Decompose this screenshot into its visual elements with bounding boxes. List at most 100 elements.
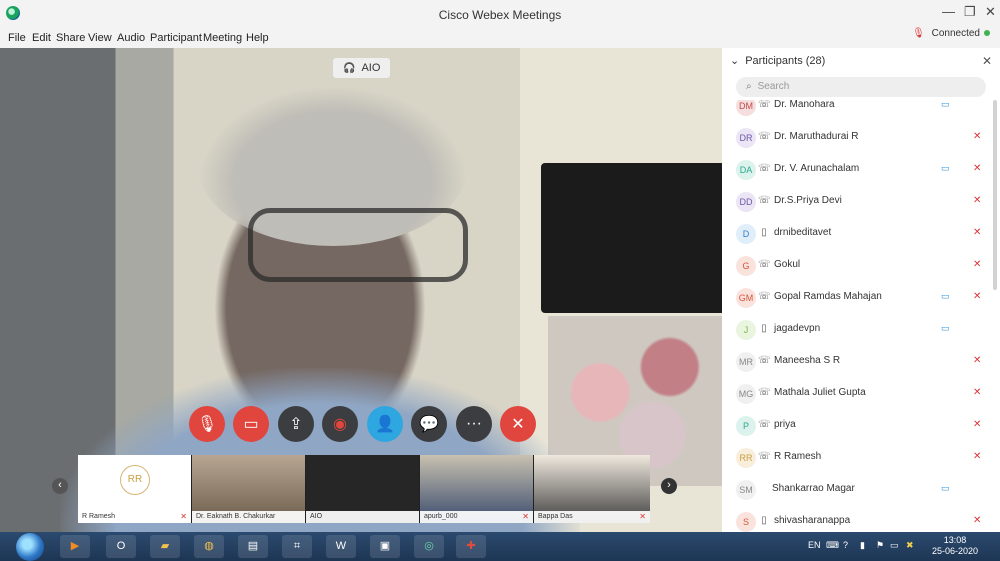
mic-muted-icon[interactable]: ✕ [973,259,981,270]
taskbar-app[interactable]: ▣ [370,535,400,558]
more-icon: ··· [466,415,482,432]
participant-row[interactable]: S ▯ shivasharanappa ✕ [722,508,992,532]
mic-muted-icon[interactable]: ✕ [973,451,981,462]
mic-muted-icon[interactable]: ✕ [973,195,981,206]
thumbnail-aio[interactable]: AIO [306,455,419,523]
participant-name: R Ramesh [774,451,822,462]
speaker-glasses [248,208,468,282]
voip-icon: ☏ [758,131,771,142]
record-icon: ◉ [333,416,347,433]
word-icon: W [335,540,347,552]
help-icon[interactable]: ? [843,540,848,550]
start-button[interactable] [16,533,44,561]
mic-muted-icon[interactable]: ✕ [973,515,981,526]
mic-muted-icon[interactable]: ✕ [973,131,981,142]
participant-row[interactable]: G ☏ Gokul ✕ [722,252,992,280]
close-panel-icon[interactable]: ✕ [982,54,992,68]
participant-name: Dr. V. Arunachalam [774,163,860,174]
participant-row[interactable]: MR ☏ Maneesha S R ✕ [722,348,992,376]
thumbnail-chakurkar[interactable]: Dr. Eaknath B. Chakurkar [192,455,305,523]
thumb-prev-button[interactable]: ‹ [52,478,68,494]
clock-time: 13:08 [943,535,967,545]
thumb-next-button[interactable]: › [661,478,677,494]
title-bar: Cisco Webex Meetings — ❐ ✕ [0,0,1000,28]
mic-muted-icon[interactable]: ✕ [973,163,981,174]
voip-icon: ☏ [758,419,771,430]
taskbar-shield[interactable]: ✚ [456,535,486,558]
participant-row[interactable]: RR ☏ R Ramesh ✕ [722,444,992,472]
menu-audio[interactable]: Audio [117,32,145,44]
taskbar-webex[interactable]: ◎ [414,535,444,558]
menu-file[interactable]: File [8,32,26,44]
language-indicator[interactable]: EN [808,540,821,550]
chat-button[interactable]: 💬 [411,406,447,442]
mic-muted-icon[interactable]: ✕ [973,387,981,398]
taskbar-outlook[interactable]: O [106,535,136,558]
video-icon: ▭ [941,483,950,493]
menu-help[interactable]: Help [246,32,269,44]
phone-icon: ▯ [761,227,767,238]
menu-participant[interactable]: Participant [150,32,202,44]
mic-muted-icon: ✕ [639,512,646,521]
participant-row[interactable]: DA ☏ Dr. V. Arunachalam ▭ ✕ [722,156,992,184]
mic-muted-icon[interactable]: ✕ [973,355,981,366]
network-tray-icon[interactable]: ▮ [860,540,865,551]
participants-header[interactable]: ⌄ Participants (28) [730,54,825,67]
participant-row[interactable]: MG ☏ Mathala Juliet Gupta ✕ [722,380,992,408]
display-icon[interactable]: ▭ [890,540,899,551]
tools-icon[interactable]: ✖ [906,540,914,551]
taskbar-terminal[interactable]: ▤ [238,535,268,558]
participant-row[interactable]: DR ☏ Dr. Maruthadurai R ✕ [722,124,992,152]
restore-icon[interactable]: ❐ [964,4,976,20]
taskbar-network[interactable]: ⌗ [282,535,312,558]
participant-row[interactable]: J ▯ jagadevpn ▭ [722,316,992,344]
taskbar-explorer[interactable]: ▰ [150,535,180,558]
mic-muted-icon[interactable]: ✕ [973,227,981,238]
close-icon[interactable]: ✕ [985,4,996,20]
participant-row[interactable]: P ☏ priya ✕ [722,412,992,440]
participant-row[interactable]: SM Shankarrao Magar ▭ [722,476,992,504]
thumbnail-bappa-das[interactable]: Bappa Das ✕ [534,455,650,523]
record-button[interactable]: ◉ [322,406,358,442]
taskbar-word[interactable]: W [326,535,356,558]
participant-row[interactable]: DM ☏ Dr. Manohara ▭ [722,100,992,120]
leave-button[interactable]: ✕ [500,406,536,442]
mute-button[interactable]: 🎙 [189,406,225,442]
more-button[interactable]: ··· [456,406,492,442]
flag-icon[interactable]: ⚑ [876,540,884,551]
taskbar-chrome[interactable]: ◍ [194,535,224,558]
taskbar-media-player[interactable]: ▶ [60,535,90,558]
participant-row[interactable]: D ▯ drnibeditavet ✕ [722,220,992,248]
search-placeholder: Search [757,81,790,92]
minimize-icon[interactable]: — [942,4,955,19]
thumbnail-name: AIO [310,513,323,520]
chevron-left-icon: ‹ [58,479,62,491]
thumbnail-name: Bappa Das [538,513,573,520]
voip-icon: ☏ [758,355,771,366]
window-title: Cisco Webex Meetings [438,8,562,22]
menu-view[interactable]: View [88,32,112,44]
thumbnail-r-ramesh[interactable]: RR R Ramesh ✕ [78,455,191,523]
keyboard-icon[interactable]: ⌨ [826,540,839,551]
menu-edit[interactable]: Edit [32,32,51,44]
menu-meeting[interactable]: Meeting [203,32,242,44]
participants-icon: 👤 [375,416,395,433]
connection-dot-icon [984,30,990,37]
thumbnail-apurb[interactable]: apurb_000 ✕ [420,455,533,523]
video-button[interactable]: ▭ [233,406,269,442]
folder-icon: ▰ [160,540,170,552]
share-button[interactable]: ⇪ [278,406,314,442]
participant-search-input[interactable]: ⌕ Search [736,77,986,97]
participants-button[interactable]: 👤 [367,406,403,442]
participant-row[interactable]: DD ☏ Dr.S.Priya Devi ✕ [722,188,992,216]
thumbnail-strip: RR R Ramesh ✕ Dr. Eaknath B. Chakurkar AI… [78,455,650,523]
mic-muted-icon[interactable]: ✕ [973,291,981,302]
participant-avatar: MR [736,352,756,372]
menu-share[interactable]: Share [56,32,85,44]
system-clock[interactable]: 13:08 25-06-2020 [932,535,978,557]
participant-scrollbar[interactable] [993,100,997,290]
participant-row[interactable]: GM ☏ Gopal Ramdas Mahajan ▭ ✕ [722,284,992,312]
search-icon: ⌕ [746,81,752,92]
mic-muted-icon[interactable]: ✕ [973,419,981,430]
main-video: 🎧 AIO 🎙 ▭ ⇪ ◉ 👤 💬 ··· ✕ ‹ RR R Ramesh ✕ Dr… [0,48,722,532]
